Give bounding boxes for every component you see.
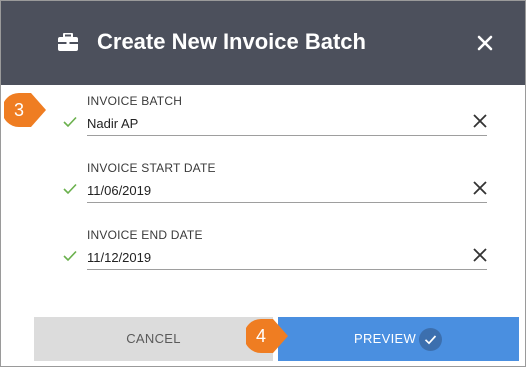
invoice-batch-label: INVOICE BATCH	[87, 94, 183, 108]
invoice-start-date-label: INVOICE START DATE	[87, 161, 216, 175]
invoice-batch-field: INVOICE BATCH	[1, 94, 525, 150]
invoice-start-date-field: INVOICE START DATE	[1, 161, 525, 217]
invoice-batch-input[interactable]	[87, 112, 487, 136]
preview-button-label: PREVIEW	[354, 331, 417, 346]
check-icon	[63, 183, 77, 195]
briefcase-icon	[58, 33, 78, 51]
dialog-header: Create New Invoice Batch	[1, 1, 525, 85]
dialog-title: Create New Invoice Batch	[97, 29, 366, 54]
invoice-end-date-field: INVOICE END DATE	[1, 228, 525, 284]
close-icon[interactable]	[474, 32, 496, 54]
clear-icon[interactable]	[473, 181, 487, 195]
invoice-end-date-label: INVOICE END DATE	[87, 228, 203, 242]
check-icon	[63, 250, 77, 262]
clear-icon[interactable]	[473, 114, 487, 128]
step-number: 4	[255, 326, 266, 346]
checkmark-circle-icon	[419, 328, 442, 351]
step-callout-4: 4	[246, 319, 288, 353]
create-invoice-batch-dialog: Create New Invoice Batch INVOICE BATCH I…	[0, 0, 526, 367]
check-icon	[63, 116, 77, 128]
invoice-end-date-input[interactable]	[87, 246, 487, 270]
step-number: 3	[13, 100, 24, 120]
cancel-button[interactable]: CANCEL	[34, 317, 273, 361]
clear-icon[interactable]	[473, 248, 487, 262]
step-callout-3: 3	[4, 93, 46, 127]
preview-button[interactable]: PREVIEW	[278, 317, 519, 361]
invoice-start-date-input[interactable]	[87, 179, 487, 203]
